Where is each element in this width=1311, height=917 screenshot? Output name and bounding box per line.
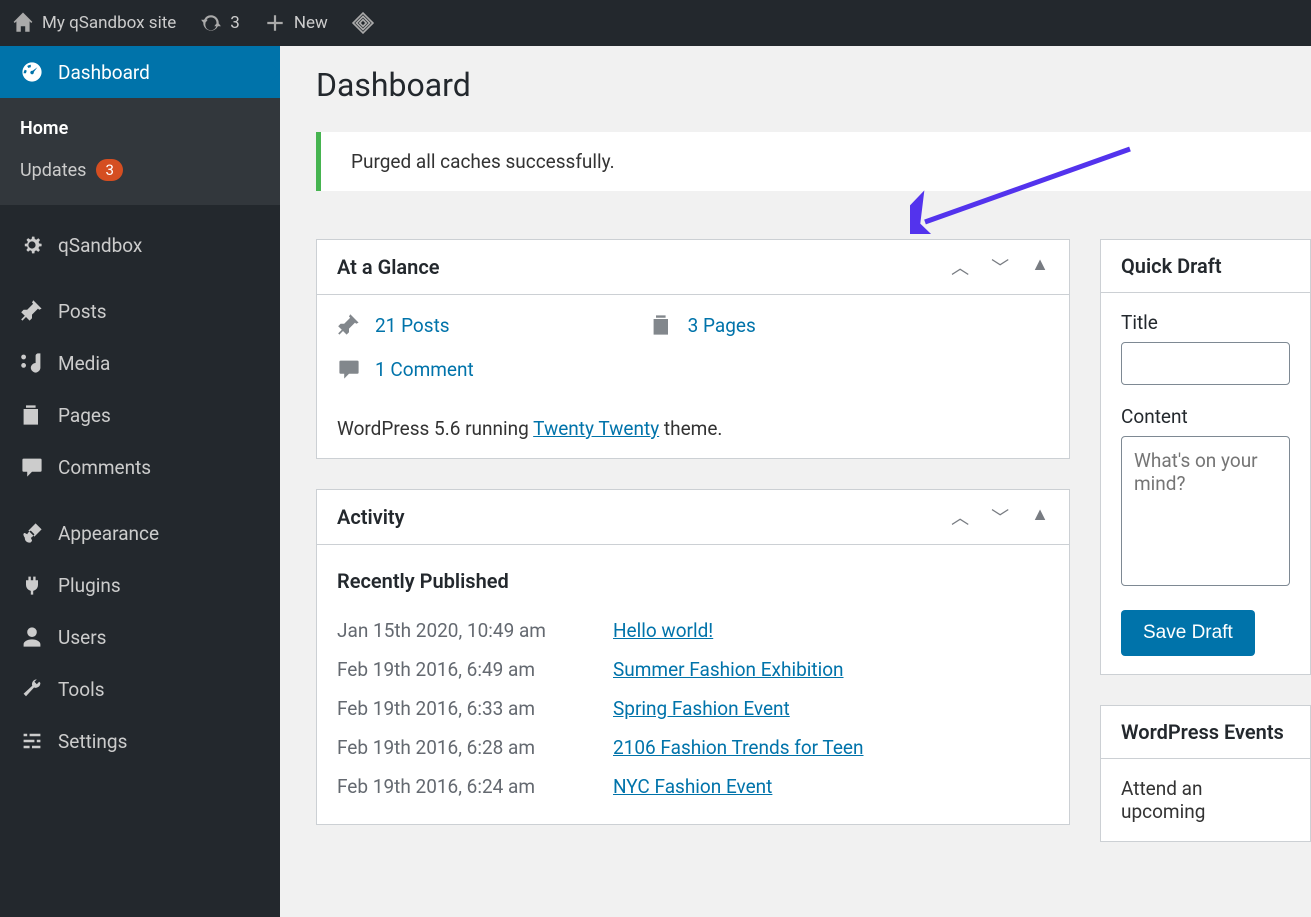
media-icon <box>20 351 44 375</box>
updates-link[interactable]: 3 <box>200 12 240 34</box>
comment-icon <box>337 357 361 381</box>
activity-date: Feb 19th 2016, 6:49 am <box>337 658 573 681</box>
pin-icon <box>337 313 361 337</box>
pages-icon <box>20 403 44 427</box>
sidebar-label: Appearance <box>58 522 159 545</box>
sidebar-label: Posts <box>58 300 107 323</box>
sidebar-item-tools[interactable]: Tools <box>0 663 280 715</box>
title-label: Title <box>1121 311 1290 334</box>
sidebar-label: Plugins <box>58 574 121 597</box>
activity-box: Activity ︿ ﹀ ▲ Recently Published Jan 15… <box>316 489 1070 825</box>
activity-post-link[interactable]: Summer Fashion Exhibition <box>613 658 844 681</box>
activity-post-link[interactable]: Spring Fashion Event <box>613 697 790 720</box>
activity-date: Feb 19th 2016, 6:28 am <box>337 736 573 759</box>
move-down-icon[interactable]: ﹀ <box>991 504 1009 530</box>
activity-post-link[interactable]: 2106 Fashion Trends for Teen <box>613 736 864 759</box>
sliders-icon <box>20 729 44 753</box>
sidebar-item-plugins[interactable]: Plugins <box>0 559 280 611</box>
theme-link[interactable]: Twenty Twenty <box>533 417 659 440</box>
wrench-icon <box>20 677 44 701</box>
diamond-icon <box>352 12 374 34</box>
sidebar-submenu-dashboard: Home Updates 3 <box>0 98 280 205</box>
move-up-icon[interactable]: ︿ <box>951 504 969 530</box>
quick-draft-box: Quick Draft Title Content Save Draft <box>1100 239 1311 675</box>
activity-post-link[interactable]: NYC Fashion Event <box>613 775 772 798</box>
draft-content-input[interactable] <box>1121 436 1290 586</box>
comment-icon <box>20 455 44 479</box>
wp-version-info: WordPress 5.6 running Twenty Twenty them… <box>337 405 1049 440</box>
updates-count: 3 <box>230 13 240 33</box>
notice-text: Purged all caches successfully. <box>351 150 615 173</box>
activity-row: Feb 19th 2016, 6:24 am NYC Fashion Event <box>337 767 1049 806</box>
user-icon <box>20 625 44 649</box>
dashboard-icon <box>20 60 44 84</box>
sidebar-label: Dashboard <box>58 61 150 84</box>
activity-post-link[interactable]: Hello world! <box>613 619 713 642</box>
events-text: Attend an upcoming <box>1121 777 1205 823</box>
brush-icon <box>20 521 44 545</box>
sidebar-label: Pages <box>58 404 111 427</box>
glance-pages[interactable]: 3 Pages <box>650 313 756 337</box>
toggle-icon[interactable]: ▲ <box>1031 504 1049 530</box>
site-name: My qSandbox site <box>42 13 176 33</box>
sidebar-item-users[interactable]: Users <box>0 611 280 663</box>
gear-icon <box>20 233 44 257</box>
refresh-icon <box>200 12 222 34</box>
activity-row: Jan 15th 2020, 10:49 am Hello world! <box>337 611 1049 650</box>
activity-date: Feb 19th 2016, 6:33 am <box>337 697 573 720</box>
pin-icon <box>20 299 44 323</box>
admin-topbar: My qSandbox site 3 New <box>0 0 1311 46</box>
main-content: Dashboard Purged all caches successfully… <box>280 46 1311 917</box>
success-notice: Purged all caches successfully. <box>316 132 1311 191</box>
toggle-icon[interactable]: ▲ <box>1031 254 1049 280</box>
sidebar-item-appearance[interactable]: Appearance <box>0 507 280 559</box>
activity-subtitle: Recently Published <box>337 569 1049 593</box>
box-title: WordPress Events <box>1121 720 1284 744</box>
move-down-icon[interactable]: ﹀ <box>991 254 1009 280</box>
home-icon <box>12 12 34 34</box>
draft-title-input[interactable] <box>1121 342 1290 385</box>
activity-row: Feb 19th 2016, 6:28 am 2106 Fashion Trend… <box>337 728 1049 767</box>
new-label: New <box>294 13 328 33</box>
sidebar-label: Tools <box>58 678 105 701</box>
box-title: Quick Draft <box>1121 254 1222 278</box>
plus-icon <box>264 12 286 34</box>
sidebar-item-pages[interactable]: Pages <box>0 389 280 441</box>
activity-row: Feb 19th 2016, 6:33 am Spring Fashion Eve… <box>337 689 1049 728</box>
activity-date: Jan 15th 2020, 10:49 am <box>337 619 573 642</box>
content-label: Content <box>1121 405 1290 428</box>
sidebar-label: Users <box>58 626 106 649</box>
sidebar-item-qsandbox[interactable]: qSandbox <box>0 219 280 271</box>
plug-icon <box>20 573 44 597</box>
move-up-icon[interactable]: ︿ <box>951 254 969 280</box>
activity-row: Feb 19th 2016, 6:49 am Summer Fashion Exh… <box>337 650 1049 689</box>
sidebar-item-posts[interactable]: Posts <box>0 285 280 337</box>
sidebar-item-comments[interactable]: Comments <box>0 441 280 493</box>
sidebar-label: qSandbox <box>58 234 142 257</box>
sidebar-label: Settings <box>58 730 127 753</box>
save-draft-button[interactable]: Save Draft <box>1121 610 1255 656</box>
updates-badge: 3 <box>96 159 122 181</box>
pages-icon <box>650 313 674 337</box>
sidebar-item-media[interactable]: Media <box>0 337 280 389</box>
glance-posts[interactable]: 21 Posts <box>337 313 450 337</box>
sidebar-label: Comments <box>58 456 151 479</box>
admin-sidebar: Dashboard Home Updates 3 qSandbox Posts … <box>0 46 280 917</box>
sidebar-item-dashboard[interactable]: Dashboard <box>0 46 280 98</box>
glance-comments[interactable]: 1 Comment <box>337 357 1049 381</box>
sidebar-subitem-home[interactable]: Home <box>0 108 280 149</box>
sidebar-item-settings[interactable]: Settings <box>0 715 280 767</box>
site-link[interactable]: My qSandbox site <box>12 12 176 34</box>
events-box: WordPress Events Attend an upcoming <box>1100 705 1311 842</box>
box-title: At a Glance <box>337 255 440 279</box>
sidebar-label: Media <box>58 352 110 375</box>
new-link[interactable]: New <box>264 12 328 34</box>
activity-date: Feb 19th 2016, 6:24 am <box>337 775 573 798</box>
at-a-glance-box: At a Glance ︿ ﹀ ▲ 21 Posts <box>316 239 1070 459</box>
sidebar-subitem-updates[interactable]: Updates 3 <box>0 149 280 191</box>
page-title: Dashboard <box>316 66 1311 104</box>
box-title: Activity <box>337 505 405 529</box>
sg-cache-link[interactable] <box>352 12 374 34</box>
